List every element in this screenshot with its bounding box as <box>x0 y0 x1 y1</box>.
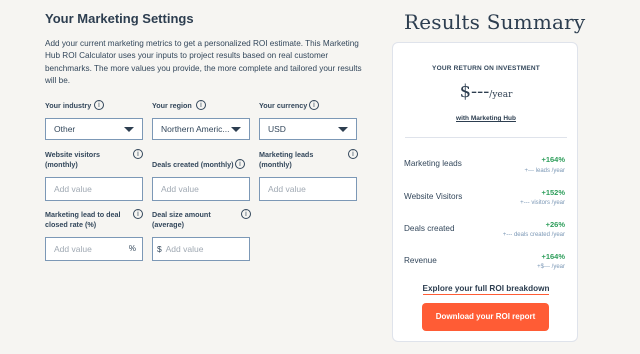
visitors-label-line1: Website visitors <box>45 150 100 159</box>
roi-label: YOUR RETURN ON INVESTMENT <box>432 65 540 72</box>
region-value: Northern Americ... <box>161 124 230 134</box>
metric-percent: +152% <box>541 188 565 197</box>
metric-name: Marketing leads <box>404 159 462 168</box>
leads-label-line2: (monthly) <box>259 160 292 169</box>
currency-value: USD <box>268 124 286 134</box>
dollar-prefix: $ <box>157 244 162 254</box>
explore-roi-link-label: Explore your full ROI breakdown <box>422 284 550 295</box>
deals-label: Deals created (monthly) <box>152 160 234 169</box>
deal-size-placeholder: Add value <box>165 244 204 254</box>
metric-name: Deals created <box>404 224 455 233</box>
deals-input[interactable]: Add value <box>152 177 250 201</box>
settings-description: Add your current marketing metrics to ge… <box>45 39 362 86</box>
industry-select[interactable]: Other <box>45 118 143 140</box>
visitors-input[interactable]: Add value <box>45 177 143 201</box>
close-rate-placeholder: Add value <box>54 244 92 254</box>
download-report-button[interactable]: Download your ROI report <box>422 303 549 331</box>
info-icon[interactable]: i <box>309 100 319 110</box>
chevron-down-icon <box>338 127 348 132</box>
leads-placeholder: Add value <box>268 184 306 194</box>
deal-size-label-line1: Deal size amount <box>152 210 211 219</box>
roi-subtitle: with Marketing Hub <box>456 115 516 122</box>
info-icon[interactable]: i <box>94 100 104 110</box>
info-icon[interactable]: i <box>348 149 358 159</box>
leads-label-line1: Marketing leads <box>259 150 314 159</box>
leads-input[interactable]: Add value <box>259 177 357 201</box>
deal-size-label: Deal size amount (average) <box>152 210 211 230</box>
roi-amount: $--- <box>459 81 490 102</box>
metric-name: Revenue <box>404 256 437 265</box>
deal-size-label-line2: (average) <box>152 220 184 229</box>
metric-sub: +$--- /year <box>537 264 565 270</box>
roi-value: $---/year <box>393 81 579 102</box>
info-icon[interactable]: i <box>133 149 143 159</box>
close-rate-input[interactable]: Add value % <box>45 237 143 261</box>
chevron-down-icon <box>124 127 134 132</box>
industry-label: Your industry <box>45 101 92 110</box>
metric-sub: +--- leads /year <box>524 168 565 174</box>
info-icon[interactable]: i <box>196 100 206 110</box>
region-label: Your region <box>152 101 192 110</box>
visitors-label: Website visitors (monthly) <box>45 150 100 170</box>
close-rate-label-line1: Marketing lead to deal <box>45 210 121 219</box>
settings-title: Your Marketing Settings <box>45 11 194 26</box>
metric-sub: +--- visitors /year <box>520 200 565 206</box>
visitors-label-line2: (monthly) <box>45 160 78 169</box>
chevron-down-icon <box>231 127 241 132</box>
close-rate-label-line2: closed rate (%) <box>45 220 97 229</box>
results-card: YOUR RETURN ON INVESTMENT $---/year with… <box>392 42 578 342</box>
info-icon[interactable]: i <box>133 209 143 219</box>
leads-label: Marketing leads (monthly) <box>259 150 313 170</box>
close-rate-label: Marketing lead to deal closed rate (%) <box>45 210 121 230</box>
currency-select[interactable]: USD <box>259 118 357 140</box>
region-select[interactable]: Northern Americ... <box>152 118 250 140</box>
industry-value: Other <box>54 124 76 134</box>
metric-percent: +164% <box>541 155 565 164</box>
deals-placeholder: Add value <box>161 184 199 194</box>
currency-label: Your currency <box>259 101 308 110</box>
divider <box>405 137 567 138</box>
info-icon[interactable]: i <box>241 209 251 219</box>
metric-sub: +--- deals created /year <box>502 232 565 238</box>
percent-suffix: % <box>128 244 136 253</box>
settings-panel: Your Marketing Settings Add your current… <box>45 10 375 88</box>
deal-size-input[interactable]: $ Add value <box>152 237 250 261</box>
results-summary-title: Results Summary <box>404 10 586 34</box>
metric-percent: +164% <box>541 252 565 261</box>
visitors-placeholder: Add value <box>54 184 92 194</box>
explore-roi-link[interactable]: Explore your full ROI breakdown <box>393 284 579 295</box>
info-icon[interactable]: i <box>235 159 245 169</box>
metric-percent: +26% <box>545 220 565 229</box>
roi-unit: /year <box>489 90 513 100</box>
metric-name: Website Visitors <box>404 192 463 201</box>
